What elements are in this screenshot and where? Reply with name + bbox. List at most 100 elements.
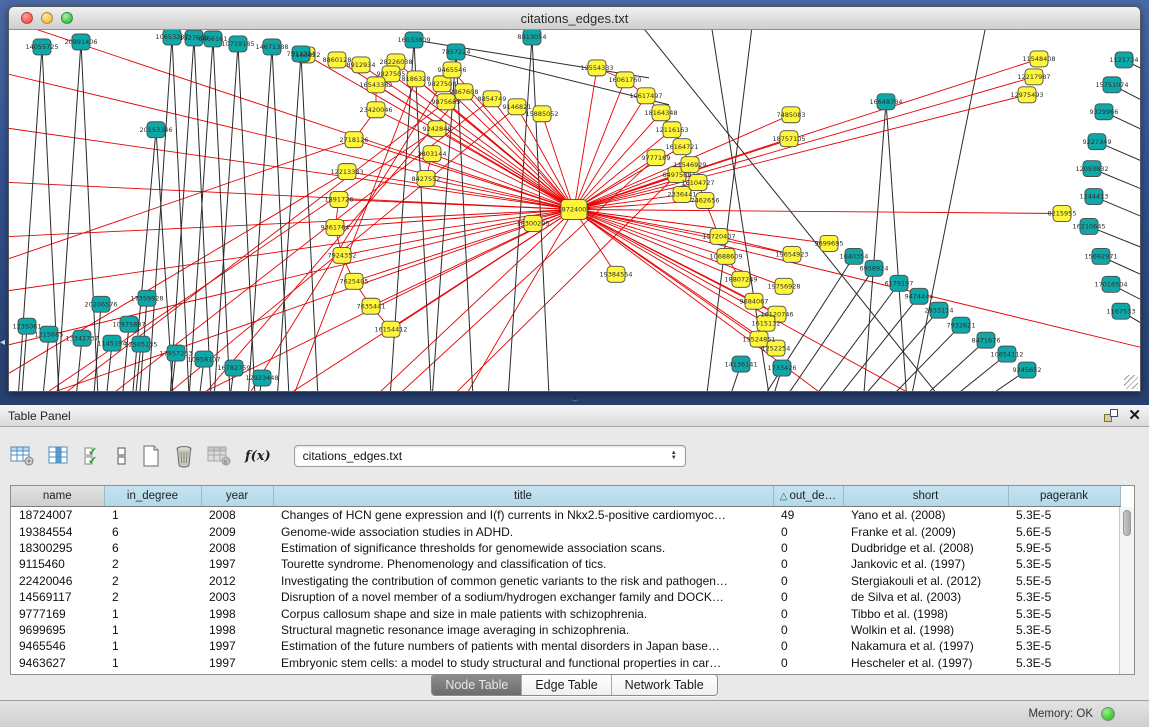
table-cell[interactable]: 6 bbox=[104, 540, 201, 556]
table-cell[interactable]: 5.3E-5 bbox=[1008, 556, 1120, 572]
table-row[interactable]: 1830029562008Estimation of significance … bbox=[11, 540, 1120, 556]
table-cell[interactable]: Hescheler et al. (1997) bbox=[843, 655, 1008, 671]
table-cell[interactable]: 5.3E-5 bbox=[1008, 507, 1120, 524]
table-cell[interactable]: 9465546 bbox=[11, 638, 104, 654]
float-panel-icon[interactable] bbox=[1104, 409, 1118, 422]
table-cell[interactable]: 5.5E-5 bbox=[1008, 573, 1120, 589]
table-cell[interactable]: 22420046 bbox=[11, 573, 104, 589]
table-cell[interactable]: 5.3E-5 bbox=[1008, 655, 1120, 671]
tab-node-table[interactable]: Node Table bbox=[432, 675, 521, 695]
graph-edge[interactable] bbox=[542, 114, 574, 210]
table-cell[interactable]: 14569117 bbox=[11, 589, 104, 605]
table-cell[interactable]: 19384554 bbox=[11, 523, 104, 539]
table-cell[interactable]: 1 bbox=[104, 507, 201, 524]
table-cell[interactable]: Genome-wide association studies in ADHD. bbox=[273, 523, 773, 539]
graph-edge[interactable] bbox=[877, 354, 1007, 391]
graph-edge[interactable] bbox=[238, 44, 258, 391]
graph-edge[interactable] bbox=[149, 92, 464, 391]
table-cell[interactable]: 2 bbox=[104, 573, 201, 589]
vertical-scrollbar[interactable] bbox=[1119, 507, 1134, 674]
table-row[interactable]: 911546021997Tourette syndrome. Phenomeno… bbox=[11, 556, 1120, 572]
show-columns-icon[interactable] bbox=[48, 443, 70, 469]
table-cell[interactable]: Tibbo et al. (1998) bbox=[843, 605, 1008, 621]
graph-edge[interactable] bbox=[89, 304, 101, 391]
graph-edge[interactable] bbox=[389, 175, 677, 391]
row-height-icon[interactable] bbox=[116, 443, 128, 469]
column-header-out_de[interactable]: △out_de… bbox=[773, 486, 843, 507]
graph-edge[interactable] bbox=[117, 324, 129, 391]
create-column-icon[interactable] bbox=[141, 443, 161, 469]
column-header-in_degree[interactable]: in_degree bbox=[104, 486, 201, 507]
column-header-name[interactable]: name bbox=[11, 486, 104, 507]
table-row[interactable]: 1938455462009Genome-wide association stu… bbox=[11, 523, 1120, 539]
table-row[interactable]: 946362711997Embryonic stem cells: a mode… bbox=[11, 655, 1120, 671]
table-cell[interactable]: 5.3E-5 bbox=[1008, 622, 1120, 638]
table-cell[interactable]: Estimation of the future numbers of pati… bbox=[273, 638, 773, 654]
graph-edge[interactable] bbox=[886, 102, 911, 391]
table-cell[interactable]: 0 bbox=[773, 622, 843, 638]
graph-edge[interactable] bbox=[194, 38, 214, 391]
graph-edge[interactable] bbox=[432, 154, 574, 210]
splitter-grip[interactable] bbox=[572, 396, 578, 400]
tab-edge-table[interactable]: Edge Table bbox=[521, 675, 610, 695]
collapse-panel-arrow-icon[interactable]: ◂ bbox=[0, 338, 5, 348]
table-cell[interactable]: Yano et al. (2008) bbox=[843, 507, 1008, 524]
table-row[interactable]: 1456911722003Disruption of a novel membe… bbox=[11, 589, 1120, 605]
table-cell[interactable]: Jankovic et al. (1997) bbox=[843, 556, 1008, 572]
graph-edge[interactable] bbox=[209, 84, 442, 391]
table-row[interactable]: 946554611997Estimation of the future num… bbox=[11, 638, 1120, 654]
graph-edge[interactable] bbox=[14, 47, 42, 391]
table-cell[interactable]: 2008 bbox=[201, 540, 273, 556]
graph-edge[interactable] bbox=[37, 334, 49, 391]
table-cell[interactable]: 1 bbox=[104, 638, 201, 654]
close-panel-icon[interactable]: ✕ bbox=[1128, 409, 1141, 423]
citation-graph[interactable]: 1872400718300295193845547163822886012889… bbox=[9, 30, 1140, 391]
table-cell[interactable]: 5.3E-5 bbox=[1008, 605, 1120, 621]
table-row[interactable]: 2242004622012Investigating the contribut… bbox=[11, 573, 1120, 589]
import-table-icon[interactable]: x bbox=[207, 443, 232, 469]
table-cell[interactable]: 0 bbox=[773, 589, 843, 605]
table-cell[interactable]: 2009 bbox=[201, 523, 273, 539]
graph-edge[interactable] bbox=[9, 140, 354, 280]
table-cell[interactable]: Franke et al. (2009) bbox=[843, 523, 1008, 539]
table-cell[interactable]: 1997 bbox=[201, 638, 273, 654]
table-source-select[interactable]: citations_edges.txt ▲▼ bbox=[294, 445, 686, 467]
graph-edge[interactable] bbox=[859, 102, 886, 391]
column-header-title[interactable]: title bbox=[273, 486, 773, 507]
table-cell[interactable]: 0 bbox=[773, 655, 843, 671]
table-cell[interactable]: 2003 bbox=[201, 589, 273, 605]
table-cell[interactable]: 0 bbox=[773, 605, 843, 621]
table-cell[interactable]: 0 bbox=[773, 540, 843, 556]
table-cell[interactable]: 0 bbox=[773, 556, 843, 572]
table-row[interactable]: 1872400712008Changes of HCN gene express… bbox=[11, 507, 1120, 524]
table-cell[interactable]: 1 bbox=[104, 655, 201, 671]
table-cell[interactable]: 49 bbox=[773, 507, 843, 524]
table-cell[interactable]: Dudbridge et al. (2008) bbox=[843, 540, 1008, 556]
table-cell[interactable]: 1997 bbox=[201, 655, 273, 671]
table-cell[interactable]: 5.9E-5 bbox=[1008, 540, 1120, 556]
table-cell[interactable]: 1 bbox=[104, 622, 201, 638]
memory-status-indicator[interactable] bbox=[1101, 707, 1115, 721]
graph-edge[interactable] bbox=[574, 210, 1140, 360]
table-cell[interactable]: Tourette syndrome. Phenomenology and cla… bbox=[273, 556, 773, 572]
table-cell[interactable]: 5.3E-5 bbox=[1008, 589, 1120, 605]
table-row[interactable]: 969969511998Structural magnetic resonanc… bbox=[11, 622, 1120, 638]
table-cell[interactable]: 2008 bbox=[201, 507, 273, 524]
table-cell[interactable]: 2 bbox=[104, 556, 201, 572]
table-cell[interactable]: Investigating the contribution of common… bbox=[273, 573, 773, 589]
table-cell[interactable]: Disruption of a novel member of a sodium… bbox=[273, 589, 773, 605]
table-cell[interactable]: 1997 bbox=[201, 556, 273, 572]
delete-column-icon[interactable] bbox=[174, 443, 194, 469]
table-cell[interactable]: 0 bbox=[773, 638, 843, 654]
table-cell[interactable]: de Silva et al. (2003) bbox=[843, 589, 1008, 605]
scrollbar-thumb[interactable] bbox=[1123, 510, 1131, 536]
table-cell[interactable]: 2012 bbox=[201, 573, 273, 589]
graph-edge[interactable] bbox=[9, 210, 574, 240]
table-cell[interactable]: 6 bbox=[104, 523, 201, 539]
window-resize-grip[interactable] bbox=[1124, 375, 1138, 389]
table-cell[interactable]: Nakamura et al. (1997) bbox=[843, 638, 1008, 654]
graph-edge[interactable] bbox=[386, 40, 414, 391]
graph-edge[interactable] bbox=[272, 47, 292, 391]
table-cell[interactable]: Stergiakouli et al. (2012) bbox=[843, 573, 1008, 589]
graph-edge[interactable] bbox=[309, 210, 574, 391]
